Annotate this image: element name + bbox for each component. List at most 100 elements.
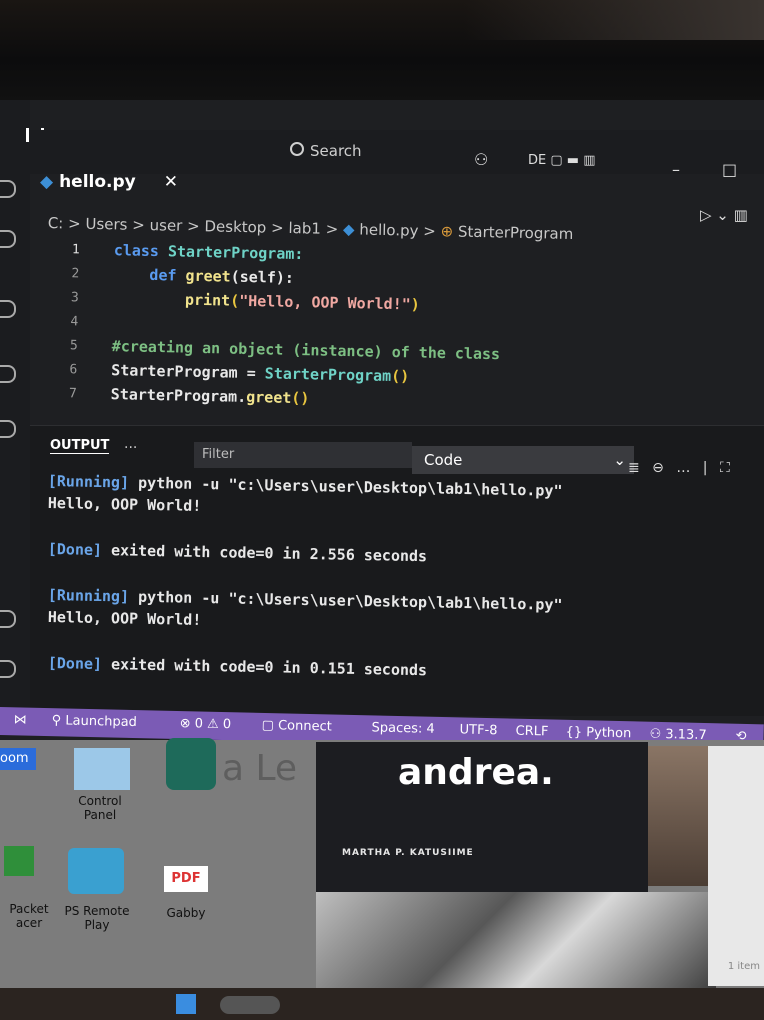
glare — [464, 0, 764, 40]
control-panel-icon[interactable] — [74, 748, 130, 790]
output-tag: [Running] — [47, 472, 130, 492]
book-author: MARTHA P. KATUSIIME — [342, 848, 474, 858]
search-label: Search — [310, 142, 362, 160]
paren: () — [291, 388, 310, 408]
teamviewer-icon[interactable] — [166, 738, 216, 790]
output-tag: [Done] — [47, 654, 103, 674]
ps-remote-play-icon[interactable] — [68, 848, 124, 894]
close-tab-icon[interactable]: ✕ — [164, 172, 178, 192]
more-icon[interactable]: ... — [124, 436, 137, 452]
string-literal: "Hello, OOP World!" — [239, 291, 411, 314]
crumb-drive[interactable]: C: — [48, 214, 64, 232]
output-tag: [Done] — [47, 540, 103, 560]
maximize-button[interactable]: □ — [722, 160, 737, 179]
crumb-users[interactable]: Users — [85, 215, 127, 234]
search-activity-icon[interactable] — [0, 230, 16, 248]
copilot-icon[interactable]: ⚇ — [474, 150, 488, 169]
crumb-sep: > — [423, 221, 437, 241]
connect-label: Connect — [277, 718, 332, 735]
code-line-6: StarterProgram = StarterProgram() — [111, 361, 409, 385]
explorer-pane: 1 item — [708, 746, 764, 986]
encoding-item[interactable]: UTF-8 — [459, 722, 497, 738]
code-line-3: print("Hello, OOP World!") — [112, 289, 420, 314]
crumb-class[interactable]: StarterProgram — [458, 223, 574, 243]
language-item[interactable]: {} Python — [565, 725, 631, 741]
paren: ) — [410, 295, 420, 314]
source-control-icon[interactable] — [0, 300, 16, 318]
run-button[interactable]: ▷ ⌄ ▥ — [700, 206, 748, 224]
explorer-icon[interactable] — [0, 180, 16, 198]
minimize-button[interactable]: – — [672, 160, 680, 179]
zoom-app-label[interactable]: oom — [0, 748, 36, 770]
control-panel-label: Control Panel — [78, 794, 122, 822]
crumb-sep: > — [132, 215, 146, 235]
code-line-5: #creating an object (instance) of the cl… — [112, 337, 501, 363]
code-line-7: StarterProgram.greet() — [111, 385, 310, 407]
output-line: Hello, OOP World! — [48, 608, 202, 629]
variable: StarterProgram. — [110, 385, 247, 406]
command-center-search[interactable]: Search — [290, 142, 440, 166]
launchpad-label: Launchpad — [65, 713, 138, 731]
line-number: 5 — [69, 338, 78, 354]
output-text: Hello, OOP World! — [47, 608, 202, 629]
activity-bar — [0, 100, 44, 720]
taskbar-search-icon[interactable] — [220, 996, 280, 1014]
start-icon[interactable] — [176, 994, 196, 1014]
output-channel-select[interactable]: Code ⌄ — [412, 446, 634, 474]
code-editor[interactable]: 1 2 3 4 5 6 7 class StarterProgram: def … — [56, 240, 700, 433]
settings-icon[interactable] — [0, 660, 16, 678]
code-line-2: def greet(self): — [113, 265, 294, 287]
overlay-text: a Le — [222, 748, 298, 789]
method-call: greet — [246, 387, 292, 407]
class-name: StarterProgram — [264, 364, 392, 385]
keyword: def — [113, 265, 186, 285]
building-photo — [648, 746, 708, 886]
remote-icon[interactable]: ⋈ — [14, 712, 27, 727]
output-line: Hello, OOP World! — [48, 494, 202, 515]
pdf-file-icon[interactable]: PDF — [164, 866, 208, 892]
ps-remote-play-label: PS Remote Play — [64, 904, 130, 932]
crumb-sep: > — [270, 218, 284, 237]
monitor-bezel — [0, 0, 764, 100]
account-icon[interactable] — [0, 610, 16, 628]
comment: #creating an object (instance) of the cl… — [111, 337, 501, 364]
python-file-icon: ◆ — [342, 220, 355, 239]
variable: StarterProgram = — [111, 361, 265, 383]
line-number: 6 — [69, 362, 78, 378]
problems-item[interactable]: ⊗ 0 ⚠ 0 — [179, 716, 231, 732]
keyword: class — [113, 241, 169, 261]
launchpad-item[interactable]: ⚲ Launchpad — [52, 713, 138, 730]
crumb-desktop[interactable]: Desktop — [204, 217, 266, 236]
taskbar — [0, 988, 764, 1020]
extensions-icon[interactable] — [0, 420, 16, 438]
eol-item[interactable]: CRLF — [515, 724, 548, 740]
line-number: 4 — [70, 314, 79, 330]
wallpaper-image — [316, 892, 716, 992]
tracer-label: acer — [15, 916, 43, 930]
crumb-user[interactable]: user — [149, 216, 182, 235]
function-name: greet — [185, 266, 231, 286]
class-name: StarterProgram: — [167, 242, 304, 264]
crumb-sep: > — [325, 219, 339, 239]
code-line-1: class StarterProgram: — [114, 241, 304, 263]
filter-input[interactable]: Filter — [194, 442, 412, 468]
function-call: print — [112, 289, 231, 310]
spaces-item[interactable]: Spaces: 4 — [371, 720, 434, 736]
channel-label: Code — [424, 451, 463, 469]
layout-icons[interactable]: DE ▢ ▬ ▥ — [528, 153, 595, 168]
layout-label: DE — [528, 153, 547, 168]
crumb-lab[interactable]: lab1 — [288, 219, 321, 238]
crumb-sep: > — [67, 214, 81, 233]
tab-output[interactable]: OUTPUT — [50, 438, 110, 454]
network-icon[interactable] — [4, 846, 34, 876]
panel-actions[interactable]: ≣ ⊖ … | ⛶ — [628, 460, 734, 476]
class-symbol-icon: ⊕ — [440, 222, 454, 241]
editor-tab-hello[interactable]: ◆ hello.py ✕ — [40, 172, 178, 192]
connect-item[interactable]: ▢ Connect — [261, 718, 332, 735]
packet-tracer-label: Packet acer — [0, 902, 58, 930]
crumb-file[interactable]: hello.py — [359, 221, 419, 240]
run-debug-icon[interactable] — [0, 365, 16, 383]
tab-label: hello.py — [59, 172, 136, 192]
params: (self): — [230, 267, 295, 287]
crumb-sep: > — [186, 216, 200, 236]
